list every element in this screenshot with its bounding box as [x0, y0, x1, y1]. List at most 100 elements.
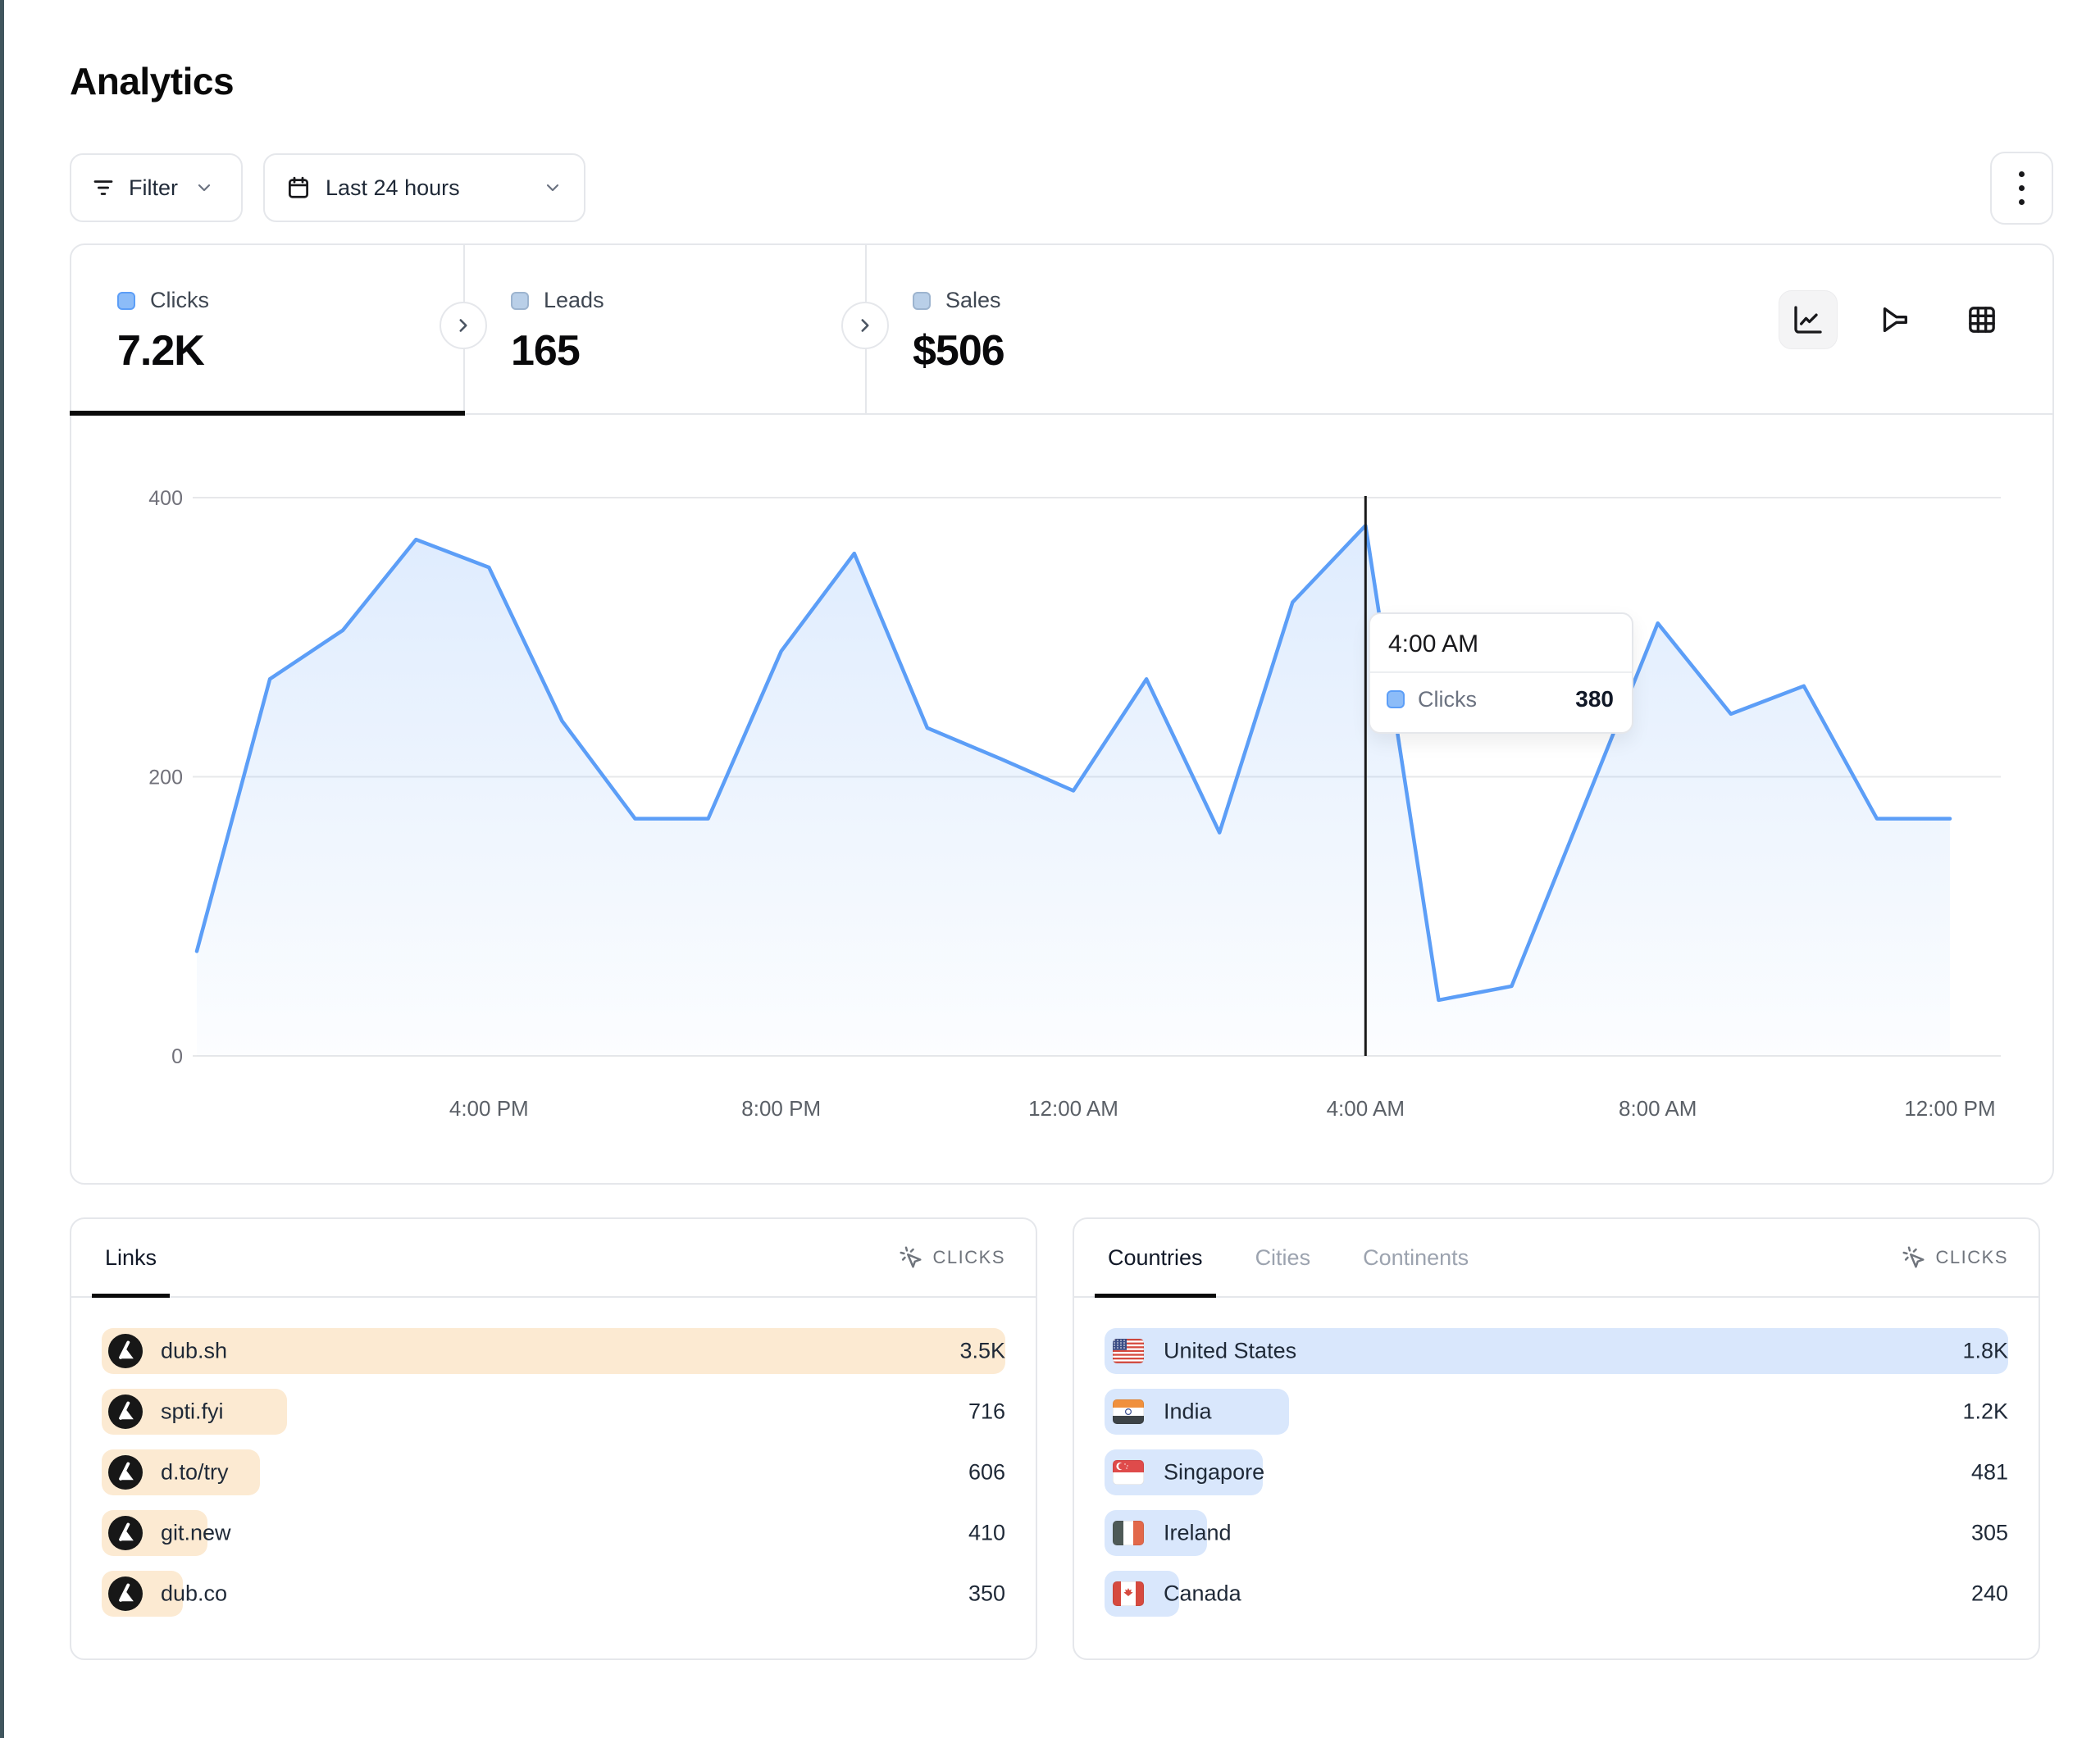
chevron-right-icon: [854, 315, 876, 336]
country-label: United States: [1164, 1339, 1296, 1364]
link-row[interactable]: dub.sh 3.5K: [102, 1328, 1005, 1374]
chart-tooltip: 4:00 AM Clicks 380: [1369, 612, 1633, 734]
filter-button-label: Filter: [129, 175, 178, 201]
kebab-menu-icon: [2019, 171, 2025, 205]
tooltip-series-label: Clicks: [1418, 687, 1562, 712]
link-label: dub.sh: [161, 1339, 227, 1364]
metric-value: 165: [511, 326, 865, 375]
tab-label: Countries: [1108, 1245, 1203, 1271]
canada-flag-icon: [1113, 1581, 1144, 1606]
country-row[interactable]: Singapore 481: [1105, 1449, 2008, 1495]
singapore-flag-icon: [1113, 1460, 1144, 1485]
tab-sales[interactable]: Sales $506: [867, 245, 1269, 413]
tab-label: Continents: [1363, 1245, 1469, 1271]
tooltip-time: 4:00 AM: [1370, 614, 1632, 673]
filter-icon: [91, 175, 116, 200]
tab-countries[interactable]: Countries: [1105, 1219, 1206, 1296]
link-clicks-value: 606: [968, 1460, 1005, 1485]
links-panel-header: Links CLICKS: [71, 1219, 1036, 1298]
tab-leads[interactable]: Leads 165: [465, 245, 867, 413]
tab-continents[interactable]: Continents: [1360, 1219, 1472, 1296]
dub-logo-icon: [108, 1394, 143, 1429]
country-row[interactable]: Ireland 305: [1105, 1510, 2008, 1556]
clicks-legend-icon: [117, 292, 135, 310]
country-label: Singapore: [1164, 1460, 1264, 1485]
country-row[interactable]: United States 1.8K: [1105, 1328, 2008, 1374]
table-view-button[interactable]: [1952, 290, 2011, 349]
countries-panel-header: Countries Cities Continents CLICKS: [1074, 1219, 2039, 1298]
link-clicks-value: 3.5K: [959, 1339, 1005, 1364]
links-list: dub.sh 3.5K spti.fyi 716 d.to/try 606 gi…: [71, 1298, 1036, 1617]
date-range-label: Last 24 hours: [326, 175, 460, 201]
svg-text:8:00 PM: 8:00 PM: [741, 1096, 821, 1121]
chevron-right-icon: [453, 315, 474, 336]
metric-header-label: CLICKS: [933, 1247, 1005, 1268]
svg-text:4:00 AM: 4:00 AM: [1327, 1096, 1405, 1121]
metric-tabs-row: Clicks 7.2K Leads 165 Sales $506: [71, 245, 2052, 415]
dub-logo-icon: [108, 1576, 143, 1611]
svg-text:12:00 PM: 12:00 PM: [1904, 1096, 1995, 1121]
link-clicks-value: 410: [968, 1521, 1005, 1546]
cursor-click-icon: [1902, 1245, 1926, 1270]
link-row[interactable]: spti.fyi 716: [102, 1389, 1005, 1435]
country-row[interactable]: India 1.2K: [1105, 1389, 2008, 1435]
link-row[interactable]: git.new 410: [102, 1510, 1005, 1556]
metric-value: $506: [913, 326, 1269, 375]
link-label: dub.co: [161, 1581, 227, 1607]
calendar-icon: [286, 175, 311, 200]
metric-label: Clicks: [150, 288, 209, 313]
country-clicks-value: 1.2K: [1962, 1399, 2008, 1425]
more-options-button[interactable]: [1990, 152, 2053, 225]
link-clicks-value: 716: [968, 1399, 1005, 1425]
date-range-button[interactable]: Last 24 hours: [263, 153, 585, 222]
window-edge-strip: [0, 0, 4, 1738]
us-flag-icon: [1113, 1339, 1144, 1363]
chevron-down-icon: [543, 178, 563, 198]
tooltip-value: 380: [1575, 686, 1614, 712]
country-clicks-value: 481: [1971, 1460, 2008, 1485]
metric-label: Leads: [544, 288, 604, 313]
line-chart-view-button[interactable]: [1779, 290, 1838, 349]
chart-view-toggles: [1779, 290, 2011, 349]
link-label: spti.fyi: [161, 1399, 224, 1425]
dub-logo-icon: [108, 1516, 143, 1550]
svg-text:12:00 AM: 12:00 AM: [1028, 1096, 1118, 1121]
country-label: India: [1164, 1399, 1212, 1425]
countries-metric-header[interactable]: CLICKS: [1902, 1245, 2008, 1270]
svg-text:8:00 AM: 8:00 AM: [1619, 1096, 1697, 1121]
country-row[interactable]: Canada 240: [1105, 1571, 2008, 1617]
funnel-view-button[interactable]: [1865, 290, 1925, 349]
countries-list: United States 1.8K India 1.2K Singapore …: [1074, 1298, 2039, 1617]
country-clicks-value: 1.8K: [1962, 1339, 2008, 1364]
metric-header-label: CLICKS: [1936, 1247, 2008, 1268]
metric-value: 7.2K: [117, 326, 463, 375]
tab-clicks[interactable]: Clicks 7.2K: [71, 245, 465, 413]
clicks-legend-icon: [1387, 690, 1405, 708]
country-label: Canada: [1164, 1581, 1241, 1607]
ireland-flag-icon: [1113, 1521, 1144, 1545]
clicks-area-chart[interactable]: 02004004:00 PM8:00 PM12:00 AM4:00 AM8:00…: [70, 414, 2054, 1185]
link-row[interactable]: d.to/try 606: [102, 1449, 1005, 1495]
next-metric-button[interactable]: [841, 302, 889, 349]
links-panel: Links CLICKS dub.sh 3.5K spti.fyi 716: [70, 1217, 1037, 1660]
tab-links[interactable]: Links: [102, 1219, 160, 1296]
country-clicks-value: 305: [1971, 1521, 2008, 1546]
filter-button[interactable]: Filter: [70, 153, 243, 222]
chevron-down-icon: [194, 178, 214, 198]
tab-cities[interactable]: Cities: [1252, 1219, 1314, 1296]
table-icon: [1966, 303, 1998, 336]
countries-panel: Countries Cities Continents CLICKS Unite…: [1073, 1217, 2040, 1660]
funnel-icon: [1879, 303, 1911, 336]
svg-text:400: 400: [148, 487, 183, 510]
page-title: Analytics: [70, 59, 234, 103]
links-metric-header[interactable]: CLICKS: [899, 1245, 1005, 1270]
link-row[interactable]: dub.co 350: [102, 1571, 1005, 1617]
link-label: d.to/try: [161, 1460, 229, 1485]
tab-label: Links: [105, 1245, 157, 1271]
next-metric-button[interactable]: [440, 302, 487, 349]
india-flag-icon: [1113, 1399, 1144, 1424]
tab-label: Cities: [1255, 1245, 1311, 1271]
country-label: Ireland: [1164, 1521, 1232, 1546]
line-chart-icon: [1792, 303, 1824, 336]
metric-label: Sales: [945, 288, 1001, 313]
